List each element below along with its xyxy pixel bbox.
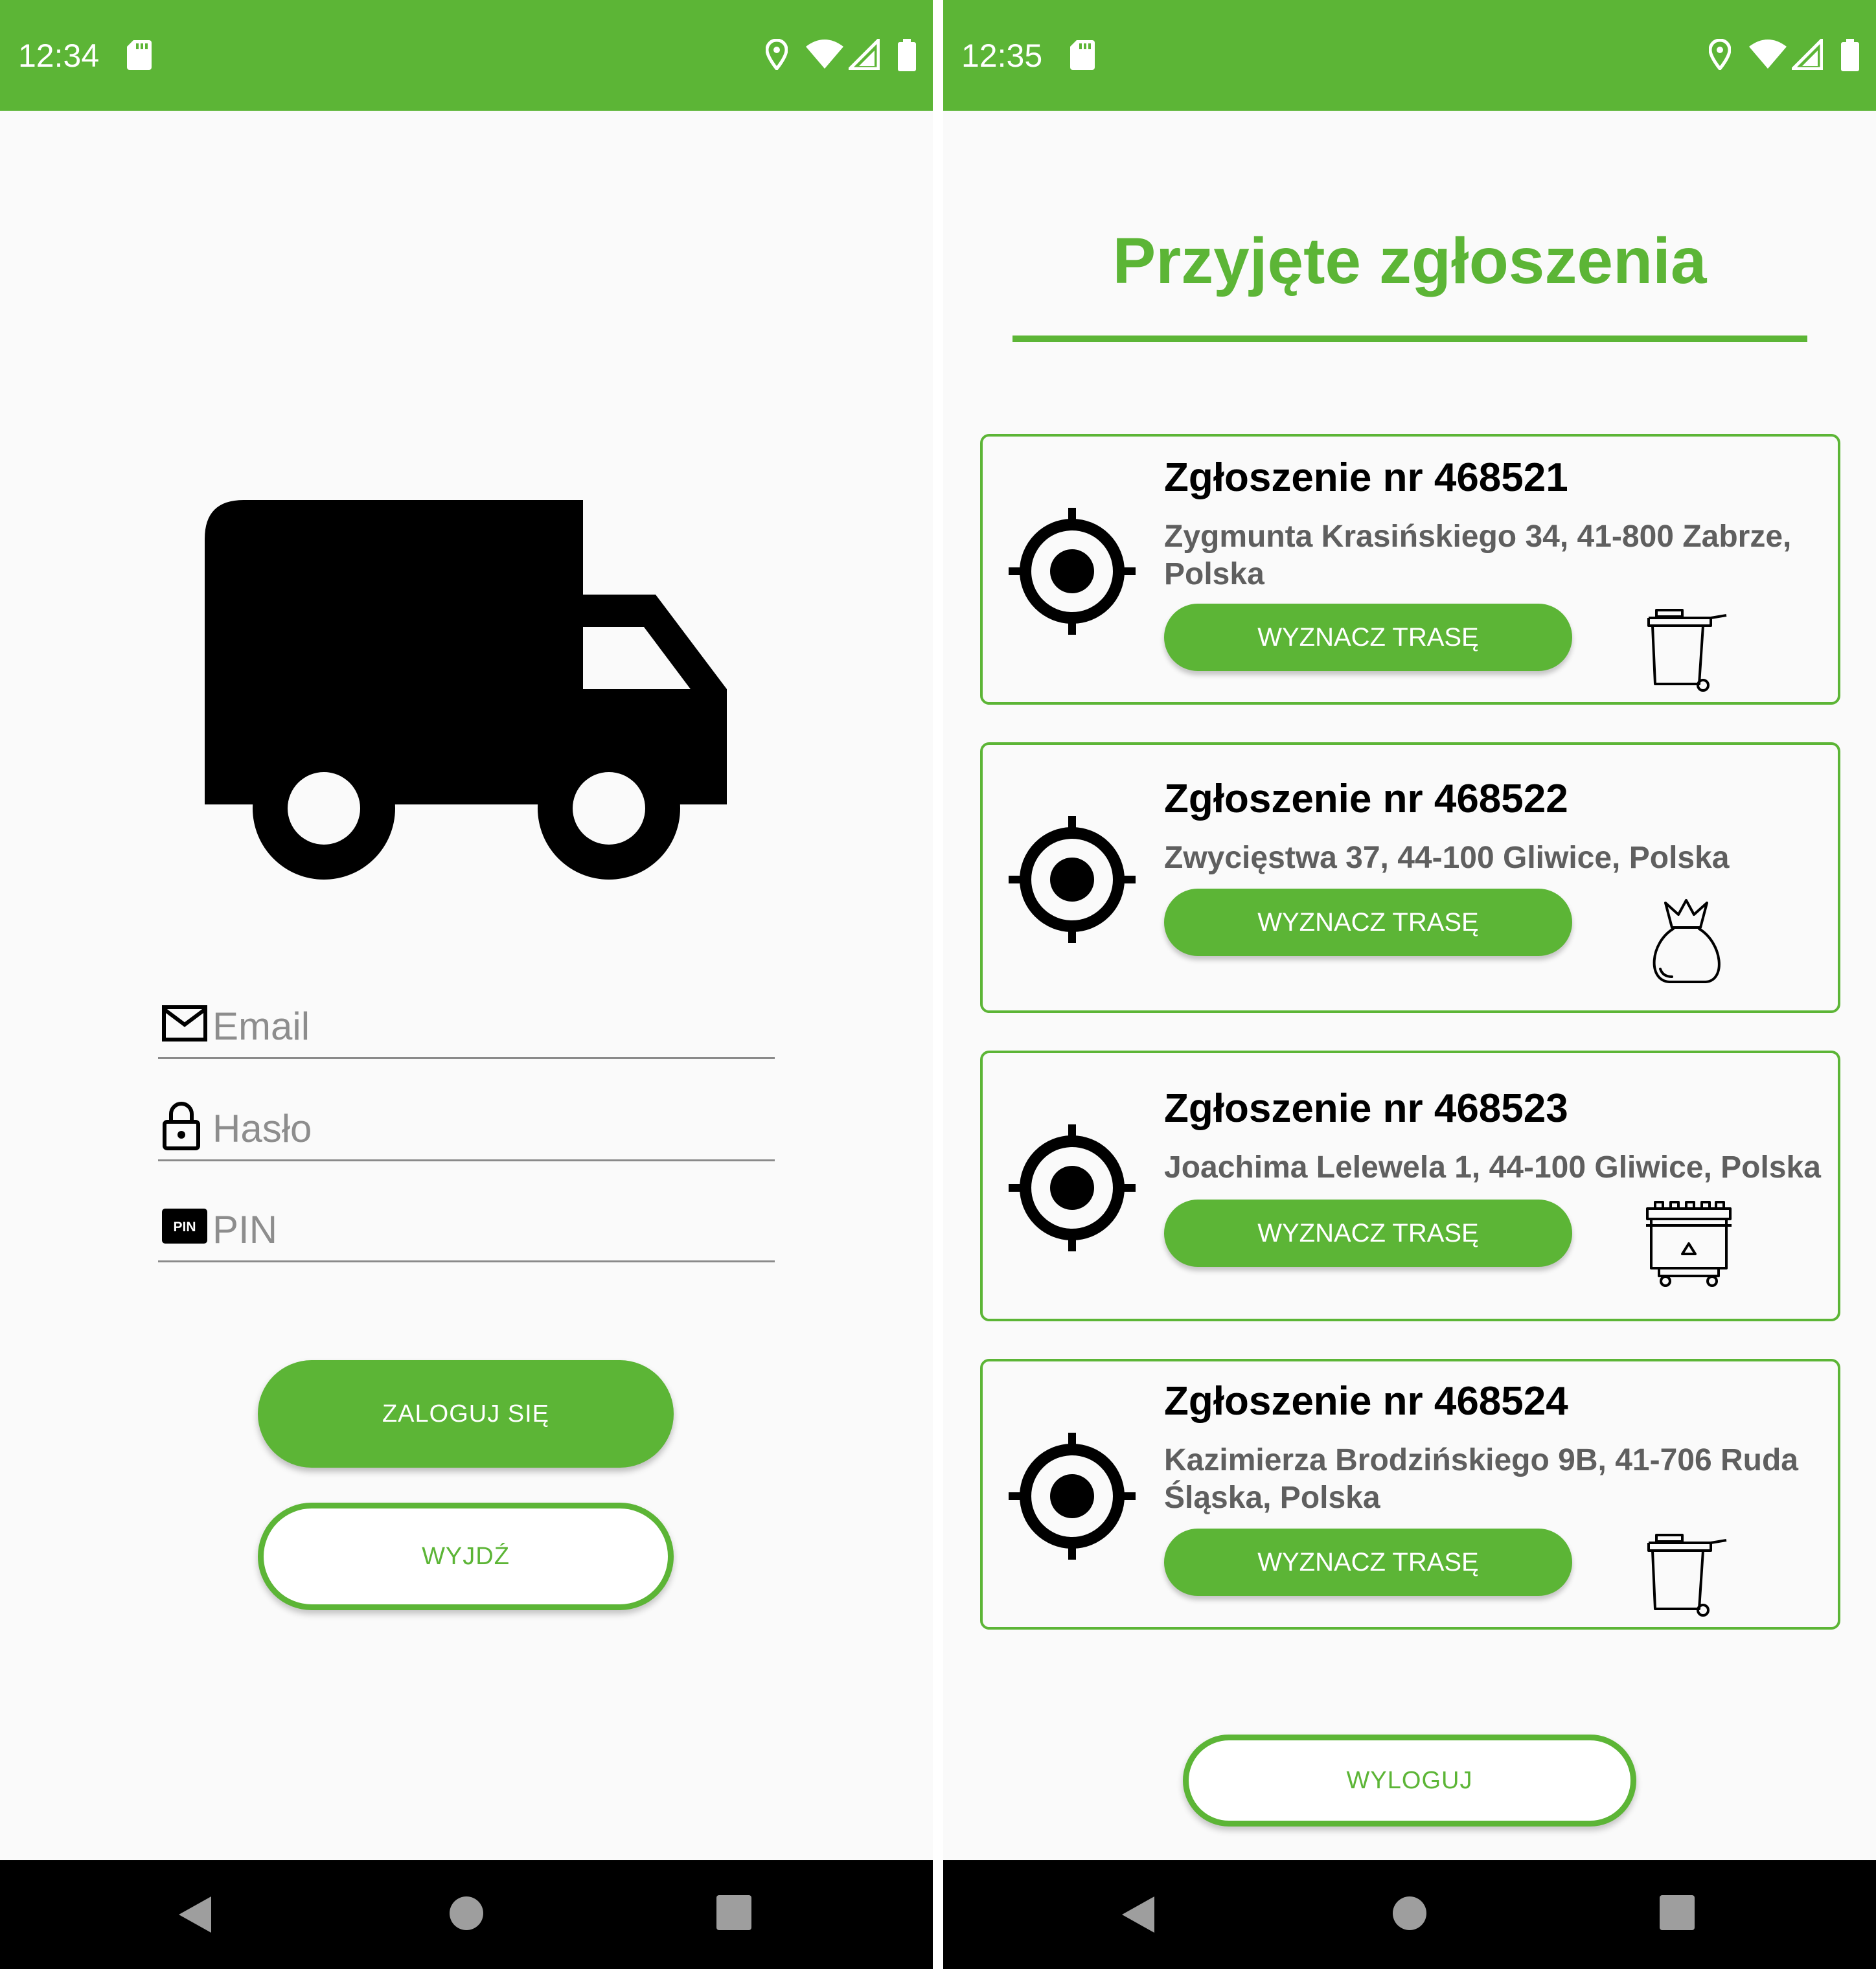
mail-icon [162,1005,207,1041]
trash-bag-icon [1653,899,1721,983]
report-address: Kazimierza Brodzińskiego 9B, 41-706 Ruda… [1164,1443,1798,1515]
recents-icon[interactable] [1660,1895,1695,1930]
report-title: Zgłoszenie nr 468523 [1164,1086,1568,1131]
report-address: Zwycięstwa 37, 44-100 Gliwice, Polska [1164,841,1730,875]
email-field[interactable]: Email [158,992,775,1059]
navigation-bar [0,1860,933,1969]
sd-card-icon [1070,40,1095,70]
report-title: Zgłoszenie nr 468522 [1164,777,1568,821]
battery-icon [898,39,916,71]
report-card: Zgłoszenie nr 468522 Zwycięstwa 37, 44-1… [980,742,1840,1013]
status-time: 12:35 [961,38,1043,74]
target-location-icon [1009,1433,1136,1560]
report-address: Joachima Lelewela 1, 44-100 Gliwice, Pol… [1164,1150,1821,1185]
wheelie-bin-icon [1647,1534,1727,1617]
truck-icon [205,500,727,880]
route-button[interactable]: WYZNACZ TRASĘ [1164,1529,1572,1596]
report-title: Zgłoszenie nr 468521 [1164,455,1568,500]
recycling-container-icon [1646,1201,1732,1287]
signal-icon [1792,39,1823,70]
pin-icon: PIN [162,1209,207,1244]
report-card: Zgłoszenie nr 468521 Zygmunta Krasińskie… [980,434,1840,705]
home-icon[interactable] [1391,1895,1428,1931]
password-placeholder: Hasło [212,1107,312,1150]
status-bar: 12:34 [0,0,933,111]
logout-button[interactable]: WYLOGUJ [1183,1735,1636,1827]
report-address: Zygmunta Krasińskiego 34, 41-800 Zabrze,… [1164,519,1792,591]
password-field[interactable]: Hasło [158,1095,775,1161]
report-title: Zgłoszenie nr 468524 [1164,1379,1568,1424]
status-bar: 12:35 [943,0,1876,111]
back-icon[interactable] [177,1895,212,1934]
battery-icon [1841,39,1859,71]
login-screen: 12:34 Email Hasło PIN PIN ZALOGUJ SIĘ WY… [0,0,933,1969]
home-icon[interactable] [448,1895,485,1931]
recents-icon[interactable] [716,1895,751,1930]
report-card: Zgłoszenie nr 468523 Joachima Lelewela 1… [980,1051,1840,1321]
report-card: Zgłoszenie nr 468524 Kazimierza Brodzińs… [980,1359,1840,1630]
title-divider [1012,336,1807,342]
wifi-icon [806,40,843,69]
target-location-icon [1009,816,1136,943]
location-icon [1709,39,1731,70]
back-icon[interactable] [1121,1895,1156,1934]
route-button[interactable]: WYZNACZ TRASĘ [1164,889,1572,956]
route-button[interactable]: WYZNACZ TRASĘ [1164,604,1572,671]
reports-screen: 12:35 Przyjęte zgłoszenia Zgłoszenie nr … [943,0,1876,1969]
route-button[interactable]: WYZNACZ TRASĘ [1164,1200,1572,1267]
exit-button[interactable]: WYJDŹ [258,1503,674,1610]
pin-icon-label: PIN [173,1220,196,1235]
sd-card-icon [127,40,152,70]
target-location-icon [1009,1124,1136,1251]
location-icon [766,39,788,70]
pin-field[interactable]: PIN PIN [158,1196,775,1262]
signal-icon [849,39,880,70]
status-time: 12:34 [18,38,100,74]
pin-placeholder: PIN [212,1208,278,1251]
navigation-bar [943,1860,1876,1969]
wifi-icon [1749,40,1787,69]
login-button[interactable]: ZALOGUJ SIĘ [258,1360,674,1468]
lock-icon [163,1102,200,1150]
target-location-icon [1009,508,1136,635]
email-placeholder: Email [212,1005,310,1048]
wheelie-bin-icon [1647,609,1727,692]
page-title: Przyjęte zgłoszenia [1112,225,1707,297]
